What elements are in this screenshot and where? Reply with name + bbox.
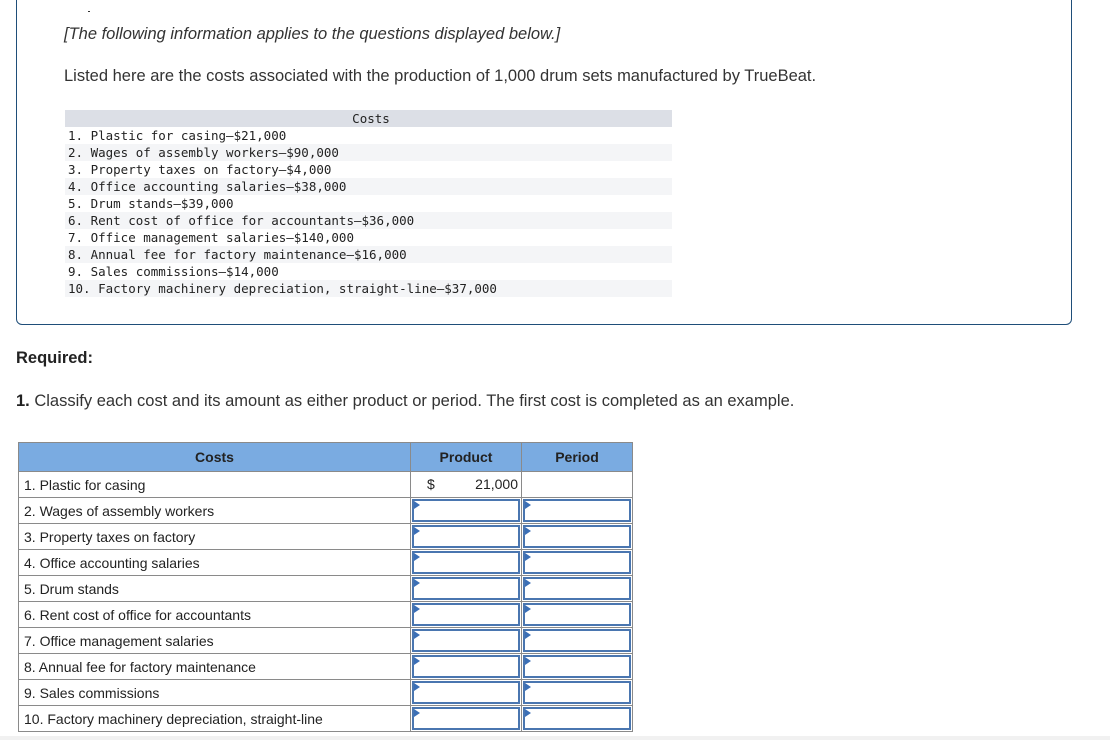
table-row: 1. Plastic for casing $21,000 bbox=[18, 471, 633, 498]
product-input[interactable] bbox=[412, 577, 520, 600]
question-number: 1. bbox=[16, 392, 30, 410]
period-input[interactable] bbox=[523, 707, 631, 730]
row-label: 2. Wages of assembly workers bbox=[18, 497, 411, 524]
product-input[interactable] bbox=[412, 603, 520, 626]
cost-item: 6. Rent cost of office for accountants–$… bbox=[65, 212, 672, 229]
row-label: 6. Rent cost of office for accountants bbox=[18, 601, 411, 628]
row-label: 8. Annual fee for factory maintenance bbox=[18, 653, 411, 680]
row-label: 10. Factory machinery depreciation, stra… bbox=[18, 705, 411, 732]
period-input[interactable] bbox=[523, 525, 631, 548]
cost-list-header: Costs bbox=[65, 110, 672, 127]
product-cell-example: $21,000 bbox=[410, 471, 522, 498]
period-input[interactable] bbox=[523, 629, 631, 652]
table-row: 10. Factory machinery depreciation, stra… bbox=[18, 705, 633, 732]
product-input[interactable] bbox=[412, 551, 520, 574]
product-input[interactable] bbox=[412, 629, 520, 652]
period-input[interactable] bbox=[523, 577, 631, 600]
header-period: Period bbox=[521, 442, 633, 472]
period-cell-example bbox=[521, 471, 633, 498]
cost-item: 8. Annual fee for factory maintenance–$1… bbox=[65, 246, 672, 263]
table-row: 5. Drum stands bbox=[18, 575, 633, 602]
cost-item: 1. Plastic for casing–$21,000 bbox=[68, 128, 287, 143]
table-row: 2. Wages of assembly workers bbox=[18, 497, 633, 524]
intro-text: Listed here are the costs associated wit… bbox=[64, 67, 817, 85]
cost-item: 4. Office accounting salaries–$38,000 bbox=[65, 178, 672, 195]
cost-item: 9. Sales commissions–$14,000 bbox=[68, 264, 279, 279]
row-label: 7. Office management salaries bbox=[18, 627, 411, 654]
bottom-divider bbox=[0, 736, 1110, 740]
row-label: 5. Drum stands bbox=[18, 575, 411, 602]
period-input[interactable] bbox=[523, 499, 631, 522]
cost-item: 5. Drum stands–$39,000 bbox=[68, 196, 234, 211]
row-label: 3. Property taxes on factory bbox=[18, 523, 411, 550]
cost-item: 2. Wages of assembly workers–$90,000 bbox=[65, 144, 672, 161]
divider bbox=[88, 11, 90, 12]
product-input[interactable] bbox=[412, 655, 520, 678]
cost-item: 7. Office management salaries–$140,000 bbox=[68, 230, 354, 245]
row-label: 9. Sales commissions bbox=[18, 679, 411, 706]
product-input[interactable] bbox=[412, 681, 520, 704]
product-input[interactable] bbox=[412, 707, 520, 730]
table-header-row: Costs Product Period bbox=[18, 442, 633, 472]
answer-table: Costs Product Period 1. Plastic for casi… bbox=[18, 442, 633, 732]
period-input[interactable] bbox=[523, 655, 631, 678]
cost-item: 10. Factory machinery depreciation, stra… bbox=[65, 280, 672, 297]
header-product: Product bbox=[410, 442, 522, 472]
product-input[interactable] bbox=[412, 525, 520, 548]
period-input[interactable] bbox=[523, 551, 631, 574]
currency-symbol: $ bbox=[427, 476, 435, 492]
intro-note: [The following information applies to th… bbox=[64, 25, 561, 43]
required-heading: Required: bbox=[16, 349, 94, 367]
row-label: 1. Plastic for casing bbox=[18, 471, 411, 498]
period-input[interactable] bbox=[523, 681, 631, 704]
table-row: 6. Rent cost of office for accountants bbox=[18, 601, 633, 628]
table-row: 4. Office accounting salaries bbox=[18, 549, 633, 576]
product-value: 21,000 bbox=[475, 476, 518, 492]
header-costs: Costs bbox=[18, 442, 411, 472]
cost-item: 3. Property taxes on factory–$4,000 bbox=[68, 162, 332, 177]
cost-list: Costs 1. Plastic for casing–$21,000 2. W… bbox=[65, 110, 672, 297]
question-body: Classify each cost and its amount as eit… bbox=[29, 392, 795, 410]
period-input[interactable] bbox=[523, 603, 631, 626]
table-row: 9. Sales commissions bbox=[18, 679, 633, 706]
question-text: 1. Classify each cost and its amount as … bbox=[16, 392, 794, 411]
table-row: 7. Office management salaries bbox=[18, 627, 633, 654]
row-label: 4. Office accounting salaries bbox=[18, 549, 411, 576]
table-row: 3. Property taxes on factory bbox=[18, 523, 633, 550]
product-input[interactable] bbox=[412, 499, 520, 522]
table-row: 8. Annual fee for factory maintenance bbox=[18, 653, 633, 680]
